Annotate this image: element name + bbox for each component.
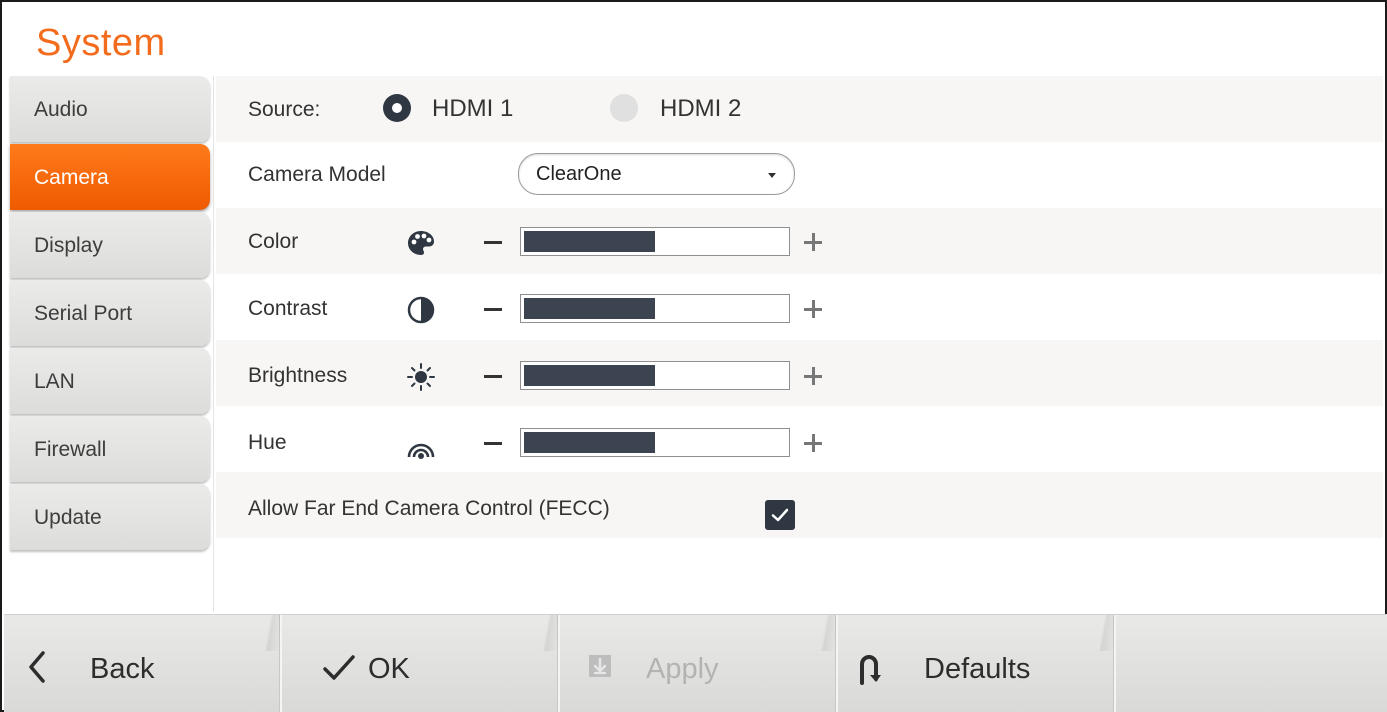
apply-label: Apply [646,653,719,685]
fecc-checkbox[interactable] [765,500,795,530]
contrast-label: Contrast [248,297,328,320]
contrast-icon [407,296,435,324]
contrast-slider-fill [524,298,655,319]
plus-icon [804,233,822,251]
minus-icon [484,241,502,244]
sidebar-item-serial-port[interactable]: Serial Port [10,280,210,346]
sidebar-divider [213,76,214,612]
hue-decrease-button[interactable] [478,428,508,458]
plus-icon [804,367,822,385]
camera-model-select[interactable]: ClearOne [518,153,795,195]
chevron-left-icon [29,651,45,683]
sidebar-item-label: Update [34,506,102,529]
fecc-label: Allow Far End Camera Control (FECC) [248,497,610,520]
brightness-label: Brightness [248,364,348,387]
sidebar-item-label: Audio [34,98,88,121]
bottom-action-bar: Back OK Apply Defaults [4,614,1387,712]
camera-model-label: Camera Model [248,163,386,186]
hdmi2-label[interactable]: HDMI 2 [660,95,741,123]
system-window: System Audio Camera Display Serial Port … [0,0,1387,712]
ok-button[interactable]: OK [282,615,558,712]
defaults-button[interactable]: Defaults [838,615,1114,712]
hdmi2-radio[interactable] [610,94,638,122]
sidebar-item-lan[interactable]: LAN [10,348,210,414]
undo-icon [860,655,881,685]
sidebar-item-label: Firewall [34,438,107,461]
brightness-slider[interactable] [520,361,790,390]
ok-label: OK [368,653,410,685]
contrast-decrease-button[interactable] [478,294,508,324]
chevron-down-icon [768,173,776,178]
hue-slider-fill [524,432,655,453]
sidebar-item-display[interactable]: Display [10,212,210,278]
source-label: Source: [248,98,321,121]
plus-icon [804,300,822,318]
color-label: Color [248,230,299,253]
palette-icon [408,231,434,255]
color-slider[interactable] [520,227,790,256]
hdmi1-radio[interactable] [383,94,411,122]
bottom-separator [1092,615,1116,712]
color-increase-button[interactable] [798,227,828,257]
sidebar-item-label: Serial Port [34,302,133,325]
back-label: Back [90,653,155,685]
sidebar: Audio Camera Display Serial Port LAN Fir… [10,76,210,552]
sun-icon [407,363,435,391]
minus-icon [484,442,502,445]
sidebar-item-label: Camera [34,166,109,189]
defaults-label: Defaults [924,653,1031,685]
page-title: System [36,22,166,64]
sidebar-item-update[interactable]: Update [10,484,210,550]
apply-button[interactable]: Apply [560,615,836,712]
sidebar-item-label: LAN [34,370,75,393]
contrast-slider[interactable] [520,294,790,323]
check-icon [323,655,355,680]
hue-increase-button[interactable] [798,428,828,458]
apply-icon [589,655,611,677]
hdmi1-label[interactable]: HDMI 1 [432,95,513,123]
brightness-slider-fill [524,365,655,386]
color-decrease-button[interactable] [478,227,508,257]
plus-icon [804,434,822,452]
camera-model-value: ClearOne [536,163,622,185]
color-slider-fill [524,231,655,252]
brightness-decrease-button[interactable] [478,361,508,391]
brightness-increase-button[interactable] [798,361,828,391]
back-button[interactable]: Back [4,615,280,712]
hue-slider[interactable] [520,428,790,457]
sidebar-item-camera[interactable]: Camera [10,144,210,210]
hue-label: Hue [248,431,287,454]
minus-icon [484,308,502,311]
contrast-increase-button[interactable] [798,294,828,324]
minus-icon [484,375,502,378]
checkmark-icon [771,508,789,522]
sidebar-item-firewall[interactable]: Firewall [10,416,210,482]
sidebar-item-audio[interactable]: Audio [10,76,210,142]
hue-icon [407,443,435,459]
sidebar-item-label: Display [34,234,103,257]
